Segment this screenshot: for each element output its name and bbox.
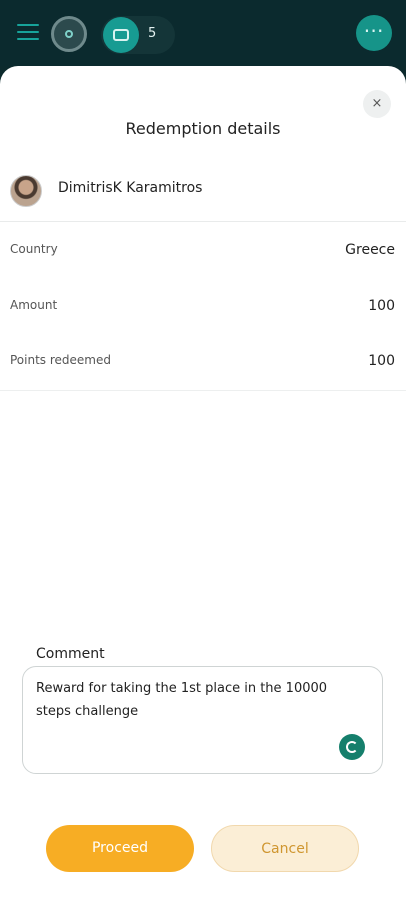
comment-field[interactable]: Reward for taking the 1st place in the 1… <box>22 666 383 774</box>
sheet-title: Redemption details <box>125 119 281 138</box>
user-name: DimitrisK Karamitros <box>58 180 203 196</box>
comment-label: Comment <box>36 646 105 662</box>
avatar <box>10 175 42 207</box>
proceed-button[interactable]: Proceed <box>46 825 194 872</box>
cancel-button[interactable]: Cancel <box>211 825 359 872</box>
wallet-pill[interactable]: 5 <box>101 16 175 54</box>
detail-label: Amount <box>10 298 58 312</box>
comment-text[interactable]: Reward for taking the 1st place in the 1… <box>36 677 356 723</box>
detail-label: Points redeemed <box>10 353 111 367</box>
detail-value: 100 <box>368 298 395 314</box>
progress-ring-icon[interactable] <box>51 16 87 52</box>
redemption-sheet: × Redemption details DimitrisK Karamitro… <box>0 66 406 900</box>
user-row: DimitrisK Karamitros <box>0 166 406 222</box>
detail-label: Country <box>10 242 58 256</box>
detail-value: 100 <box>368 353 395 369</box>
grammar-assistant-icon[interactable] <box>339 734 365 760</box>
close-button[interactable]: × <box>363 90 391 118</box>
detail-value: Greece <box>345 242 395 258</box>
more-options-button[interactable]: ⋯ <box>356 15 392 51</box>
divider <box>0 390 406 391</box>
hamburger-icon[interactable] <box>17 24 39 42</box>
detail-country: Country Greece <box>0 242 406 298</box>
top-bar: 5 ⋯ <box>0 0 406 66</box>
detail-amount: Amount 100 <box>0 298 406 354</box>
wallet-icon <box>103 17 139 53</box>
wallet-count: 5 <box>148 26 157 41</box>
detail-points-redeemed: Points redeemed 100 <box>0 353 406 409</box>
